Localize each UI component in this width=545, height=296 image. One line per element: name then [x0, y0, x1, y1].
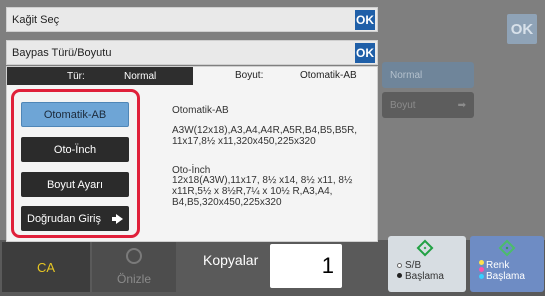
background-size-button: Boyut ➡ — [382, 92, 474, 118]
white-dot-icon — [397, 263, 402, 268]
color-start-button[interactable]: Renk Başlama — [470, 236, 544, 292]
background-size-label: Boyut — [390, 99, 416, 111]
paper-select-title: Kağit Seç — [12, 13, 60, 26]
start-diamond-icon — [498, 239, 516, 257]
preview-label: Önizle — [116, 272, 151, 286]
background-arrow-icon: ➡ — [457, 99, 466, 111]
color-start-label-2: Başlama — [486, 271, 525, 282]
start-diamond-icon — [416, 239, 434, 257]
tab-size-label: Boyut: — [235, 70, 264, 81]
tab-type-value: Normal — [124, 70, 157, 82]
tab-type-label: Tür: — [67, 70, 85, 82]
tab-type[interactable]: Tür: Normal — [7, 67, 193, 85]
yellow-dot-icon — [479, 260, 484, 265]
option-size-setting-button[interactable]: Boyut Ayarı — [21, 172, 129, 197]
bypass-title: Baypas Türü/Boyutu — [12, 46, 112, 59]
bw-start-label-1: S/B — [405, 260, 422, 271]
direct-entry-label: Doğrudan Giriş — [27, 212, 101, 225]
black-dot-icon — [397, 273, 402, 278]
bypass-ok-button[interactable]: OK — [355, 43, 375, 63]
option-auto-inch-button[interactable]: Oto-Ïnch — [21, 137, 129, 162]
clear-all-button[interactable]: CA — [2, 242, 90, 292]
option-direct-entry-button[interactable]: Doğrudan Giriş — [21, 206, 129, 231]
bypass-header: Baypas Türü/Boyutu OK — [6, 40, 378, 65]
preview-button[interactable]: Önizle — [92, 242, 176, 292]
auto-ab-title: Otomatik-AB — [172, 105, 229, 116]
tab-size[interactable]: Boyut: Otomatik-AB — [193, 67, 377, 85]
background-normal-button: Normal — [382, 62, 474, 88]
option-auto-ab-button[interactable]: Otomatik-AB — [21, 102, 129, 127]
copies-input[interactable]: 1 — [270, 244, 342, 288]
magenta-dot-icon — [479, 267, 484, 272]
background-ok-button: OK — [507, 14, 537, 44]
cyan-dot-icon — [479, 274, 484, 279]
copies-label: Kopyalar — [203, 252, 259, 268]
color-start-label-1: Renk — [486, 260, 510, 271]
paper-select-header: Kağit Seç OK — [6, 7, 378, 32]
bypass-size-panel: Tür: Normal Boyut: Otomatik-AB Otomatik-… — [6, 66, 378, 242]
paper-select-ok-button[interactable]: OK — [355, 10, 375, 30]
auto-ab-sizes: A3W(12x18),A3,A4,A4R,A5R,B4,B5,B5R, 11x1… — [172, 125, 358, 147]
tab-size-value: Otomatik-AB — [300, 70, 357, 81]
auto-inch-sizes: 12x18(A3W),11x17, 8½ x14, 8½ x11, 8½ x11… — [172, 175, 353, 208]
bw-start-button[interactable]: S/B Başlama — [388, 236, 466, 292]
magnifier-icon — [126, 248, 142, 264]
bw-start-label-2: Başlama — [405, 271, 444, 282]
arrow-right-icon — [112, 214, 123, 224]
